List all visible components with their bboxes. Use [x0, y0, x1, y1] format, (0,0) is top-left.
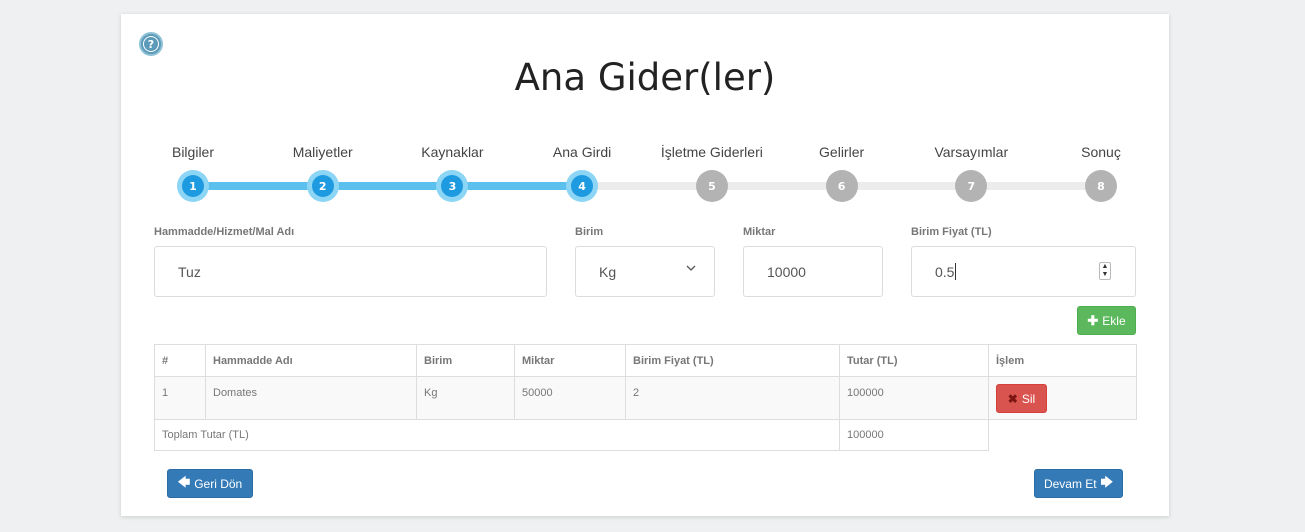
step-ana-girdi[interactable]: Ana Girdi 4 — [512, 142, 652, 202]
cell-index: 1 — [154, 376, 206, 420]
cell-name: Domates — [205, 376, 417, 420]
next-button-label: Devam Et — [1043, 476, 1097, 491]
price-input-value: 0.5 — [935, 263, 955, 280]
plus-icon: ✚ — [1087, 312, 1099, 328]
arrow-right-icon: 🡆 — [1100, 475, 1114, 489]
unit-label: Birim — [575, 226, 604, 238]
column-header: Miktar — [514, 344, 626, 377]
step-number-badge: 8 — [1085, 170, 1117, 202]
unit-select[interactable]: Kg — [575, 246, 715, 297]
items-table: # Hammadde Adı Birim Miktar Birim Fiyat … — [154, 344, 1137, 451]
step-isletme-giderleri[interactable]: İşletme Giderleri 5 — [642, 142, 782, 202]
price-input[interactable]: 0.5 ▲ ▼ — [911, 246, 1136, 297]
column-header: İşlem — [988, 344, 1137, 377]
name-input-value: Tuz — [178, 263, 201, 280]
step-bilgiler[interactable]: Bilgiler 1 — [123, 142, 263, 202]
chevron-down-icon — [686, 265, 696, 271]
column-header: Tutar (TL) — [839, 344, 989, 377]
step-label: Ana Girdi — [552, 144, 612, 160]
quantity-input-value: 10000 — [767, 263, 806, 280]
step-label: Kaynaklar — [421, 144, 484, 160]
step-number-badge: 7 — [955, 170, 988, 202]
back-button[interactable]: 🡄 Geri Dön — [167, 469, 253, 498]
column-header: Birim — [416, 344, 515, 377]
step-number-badge: 2 — [306, 170, 339, 202]
close-icon: ✖ — [1007, 391, 1018, 406]
step-maliyetler[interactable]: Maliyetler 2 — [253, 142, 393, 202]
wizard-stepper: Bilgiler 1 Maliyetler 2 Kaynaklar 3 Ana … — [121, 142, 1169, 206]
table-total-row: Toplam Tutar (TL) 100000 — [154, 419, 1137, 451]
text-caret — [955, 263, 957, 280]
cell-quantity: 50000 — [514, 376, 626, 420]
quantity-label: Miktar — [743, 226, 776, 238]
total-label: Toplam Tutar (TL) — [154, 419, 840, 451]
empty-cell — [988, 419, 1137, 451]
cell-unit-price: 2 — [625, 376, 840, 420]
step-number-badge: 6 — [825, 170, 858, 202]
step-label: Gelirler — [819, 144, 865, 160]
main-card: ? Ana Gider(ler) Bilgiler 1 Maliyetler 2… — [121, 14, 1169, 516]
column-header: Hammadde Adı — [205, 344, 417, 377]
step-sonuc[interactable]: Sonuç 8 — [1031, 142, 1171, 202]
add-button-label: Ekle — [1102, 313, 1126, 328]
quantity-input[interactable]: 10000 — [743, 246, 883, 297]
step-label: İşletme Giderleri — [660, 144, 763, 160]
column-header: # — [154, 344, 206, 377]
delete-button[interactable]: ✖ Sil — [996, 384, 1047, 413]
page-title: Ana Gider(ler) — [514, 56, 776, 99]
cell-action: ✖ Sil — [988, 376, 1137, 420]
arrow-left-icon: 🡄 — [177, 475, 191, 489]
back-button-label: Geri Dön — [194, 476, 243, 491]
step-label: Sonuç — [1081, 144, 1121, 160]
unit-select-value: Kg — [599, 263, 617, 280]
table-row: 1 Domates Kg 50000 2 100000 ✖ Sil — [154, 376, 1137, 420]
table-header-row: # Hammadde Adı Birim Miktar Birim Fiyat … — [154, 344, 1137, 377]
step-kaynaklar[interactable]: Kaynaklar 3 — [382, 142, 522, 202]
add-button[interactable]: ✚ Ekle — [1077, 306, 1136, 335]
name-label: Hammadde/Hizmet/Mal Adı — [154, 226, 295, 238]
step-gelirler[interactable]: Gelirler 6 — [772, 142, 912, 202]
help-icon[interactable]: ? — [139, 32, 163, 56]
step-label: Bilgiler — [171, 144, 214, 160]
step-number-badge: 5 — [695, 170, 728, 202]
step-number-badge: 4 — [566, 170, 599, 202]
column-header: Birim Fiyat (TL) — [625, 344, 840, 377]
step-label: Varsayımlar — [934, 144, 1009, 160]
name-input[interactable]: Tuz — [154, 246, 547, 297]
cell-unit: Kg — [416, 376, 515, 420]
step-number-badge: 1 — [177, 170, 209, 202]
next-button[interactable]: Devam Et 🡆 — [1034, 469, 1123, 498]
step-varsayimlar[interactable]: Varsayımlar 7 — [901, 142, 1041, 202]
total-value: 100000 — [839, 419, 989, 451]
step-label: Maliyetler — [292, 144, 353, 160]
delete-button-label: Sil — [1021, 391, 1036, 406]
cell-total: 100000 — [839, 376, 989, 420]
price-label: Birim Fiyat (TL) — [911, 226, 992, 238]
step-number-badge: 3 — [436, 170, 469, 202]
number-spinner-icon[interactable]: ▲ ▼ — [1099, 262, 1111, 280]
